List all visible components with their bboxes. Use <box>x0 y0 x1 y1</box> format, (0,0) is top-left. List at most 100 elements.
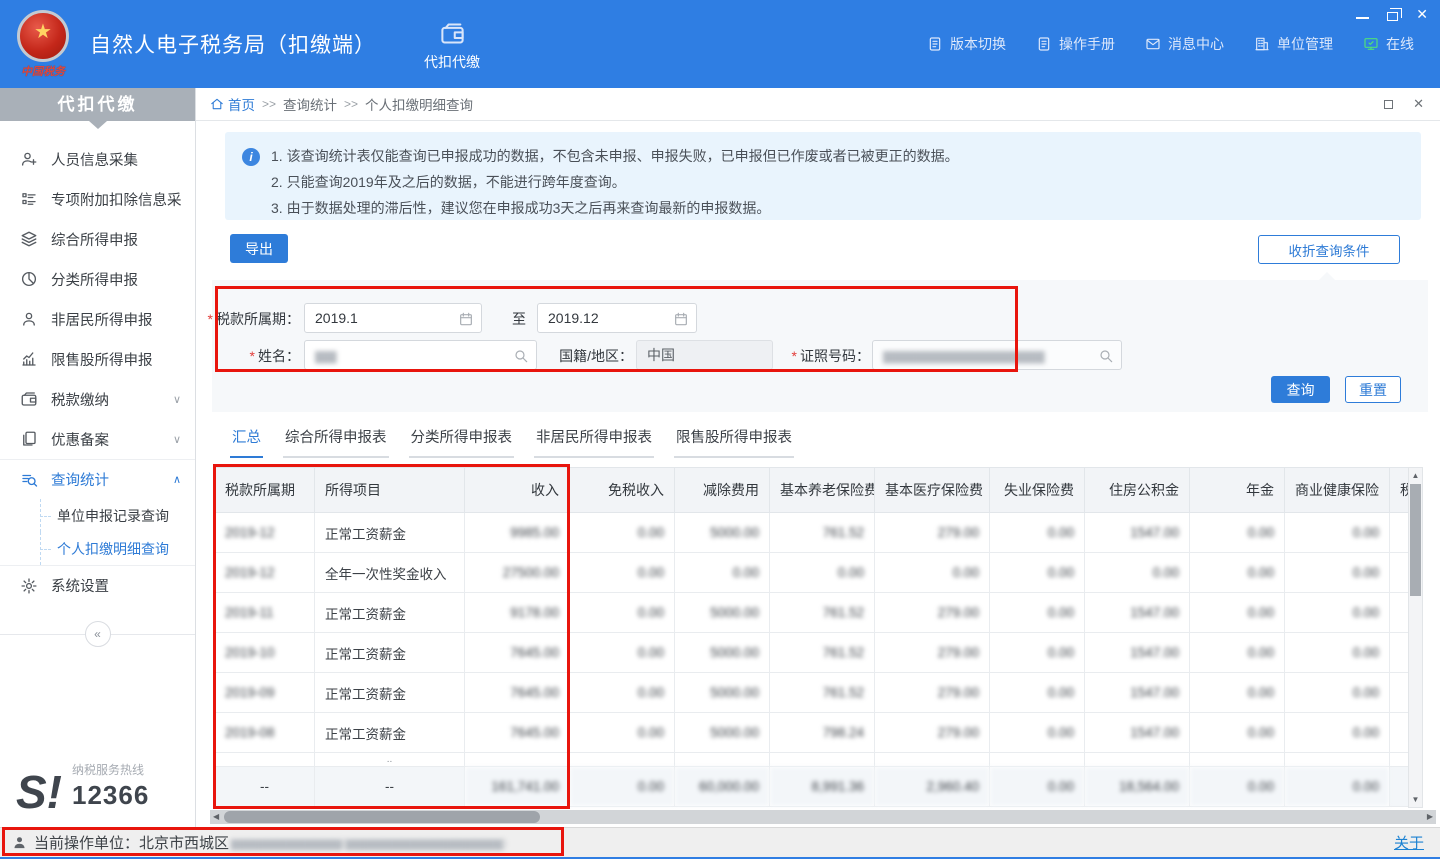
id-number-label: *证照号码： <box>778 346 870 366</box>
table-cell: 0.00 <box>1285 673 1390 713</box>
sidebar-item[interactable]: 个人扣缴明细查询 <box>0 532 195 565</box>
table-cell: 0.00 <box>1190 713 1285 753</box>
tab-withholding[interactable]: 代扣代缴 <box>424 16 480 72</box>
about-link[interactable]: 关于 <box>1394 832 1424 853</box>
name-input[interactable]: ▆▆ <box>304 340 537 370</box>
table-cell: 7645.00 <box>465 673 570 713</box>
column-header: 税 <box>1390 468 1409 513</box>
pane-close-icon[interactable]: ✕ <box>1413 96 1424 112</box>
table-cell: 2019-10 <box>215 633 315 673</box>
calendar-icon[interactable] <box>458 311 474 327</box>
table-cell: 60,000.00 <box>675 767 770 807</box>
sidebar-item[interactable]: 税款缴纳 ∨ <box>0 379 195 419</box>
person-add-icon <box>20 150 38 168</box>
header-nav-item[interactable]: 操作手册 <box>1036 34 1115 54</box>
table-cell: -- <box>215 767 315 807</box>
restore-icon[interactable] <box>1387 12 1398 21</box>
calendar-icon[interactable] <box>673 311 689 327</box>
table-cell <box>1390 593 1409 633</box>
table-cell: 0.00 <box>1085 553 1190 593</box>
scroll-up-icon[interactable]: ▲ <box>1409 471 1422 480</box>
sidebar-item[interactable]: 限售股所得申报 <box>0 339 195 379</box>
table-cell: 正常工资薪金 <box>315 713 465 753</box>
scroll-left-icon[interactable]: ◀ <box>213 812 219 821</box>
query-button[interactable]: 查询 <box>1271 376 1330 403</box>
table-cell: 0.00 <box>1190 767 1285 807</box>
sidebar-item[interactable]: 查询统计 ∧ <box>0 459 195 499</box>
sidebar-item-label: 综合所得申报 <box>51 229 138 250</box>
sidebar-item[interactable]: 单位申报记录查询 <box>0 499 195 532</box>
sidebar-collapse-button[interactable]: « <box>85 621 111 647</box>
table-cell <box>875 753 990 767</box>
table-cell: 279.00 <box>875 713 990 753</box>
table-cell: 2,960.40 <box>875 767 990 807</box>
report-tab[interactable]: 非居民所得申报表 <box>534 426 654 458</box>
breadcrumb-home[interactable]: 首页 <box>228 94 255 114</box>
sidebar-item[interactable]: 系统设置 <box>0 565 195 605</box>
table-cell: 正常工资薪金 <box>315 633 465 673</box>
monitor-check-icon <box>1363 36 1379 52</box>
sidebar-item[interactable]: 优惠备案 ∨ <box>0 419 195 459</box>
sidebar-item[interactable]: 专项附加扣除信息采集 <box>0 179 195 219</box>
table-cell: 0.00 <box>570 767 675 807</box>
table-row: 2019-12正常工资薪金9985.000.005000.00761.52279… <box>215 513 1409 553</box>
report-tab[interactable]: 综合所得申报表 <box>283 426 389 458</box>
header-nav-item[interactable]: 版本切换 <box>927 34 1006 54</box>
minimize-icon[interactable] <box>1356 17 1369 19</box>
scroll-right-icon[interactable]: ▶ <box>1427 812 1433 821</box>
current-unit-text: 当前操作单位：北京市西城区 <box>34 832 229 853</box>
sidebar-item[interactable]: 非居民所得申报 <box>0 299 195 339</box>
list-icon <box>20 190 38 208</box>
sidebar-item-label: 非居民所得申报 <box>51 309 153 330</box>
export-button[interactable]: 导出 <box>230 234 288 263</box>
vertical-scrollbar[interactable]: ▲ ▼ <box>1408 467 1423 808</box>
scroll-down-icon[interactable]: ▼ <box>1409 795 1422 804</box>
country-input[interactable]: 中国 <box>636 340 773 370</box>
sidebar-item[interactable]: 分类所得申报 <box>0 259 195 299</box>
masked-name-value: ▆▆ <box>315 347 337 364</box>
horizontal-scrollbar[interactable]: ◀ ▶ <box>210 810 1436 824</box>
hotline-logo: S! <box>16 774 62 811</box>
sidebar-item-label: 系统设置 <box>51 575 109 596</box>
table-cell: 1547.00 <box>1085 673 1190 713</box>
search-icon[interactable] <box>513 348 529 364</box>
report-tab[interactable]: 限售股所得申报表 <box>674 426 794 458</box>
table-cell: 18,564.00 <box>1085 767 1190 807</box>
table-row: 2019-09正常工资薪金7645.000.005000.00761.52279… <box>215 673 1409 713</box>
column-header: 减除费用 <box>675 468 770 513</box>
column-header: 基本养老保险费 <box>770 468 875 513</box>
sidebar-item-label: 税款缴纳 <box>51 389 109 410</box>
table-cell: 2019-11 <box>215 593 315 633</box>
sidebar-item[interactable]: 综合所得申报 <box>0 219 195 259</box>
masked-unit-name: ▆▆▆▆▆▆▆▆▆▆▆▆(▆▆▆▆▆▆▆▆▆▆▆▆▆▆▆▆▆) <box>231 836 507 850</box>
table-cell: 0.00 <box>990 593 1085 633</box>
report-tab[interactable]: 汇总 <box>230 426 263 458</box>
window-controls: ✕ <box>1356 7 1428 21</box>
header-nav-item[interactable]: 消息中心 <box>1145 34 1224 54</box>
sidebar-item-label: 人员信息采集 <box>51 149 138 170</box>
period-from-input[interactable]: 2019.1 <box>304 303 482 333</box>
period-to-input[interactable]: 2019.12 <box>537 303 697 333</box>
building-icon <box>1254 36 1270 52</box>
table-cell: 2019-12 <box>215 553 315 593</box>
table-cell: 761.52 <box>770 673 875 713</box>
horizontal-scrollbar-thumb[interactable] <box>224 811 540 823</box>
id-number-input[interactable]: ▆▆▆▆▆▆▆▆▆▆▆▆▆▆▆ <box>872 340 1122 370</box>
report-tabs: 汇总综合所得申报表分类所得申报表非居民所得申报表限售股所得申报表 <box>230 426 814 458</box>
report-tab[interactable]: 分类所得申报表 <box>409 426 515 458</box>
table-cell: 8,991.36 <box>770 767 875 807</box>
breadcrumb-section: 查询统计 <box>283 94 337 114</box>
reset-button[interactable]: 重置 <box>1345 376 1401 403</box>
vertical-scrollbar-thumb[interactable] <box>1410 484 1421 596</box>
close-icon[interactable]: ✕ <box>1416 7 1428 21</box>
search-icon[interactable] <box>1098 348 1114 364</box>
collapse-filters-button[interactable]: 收折查询条件 <box>1258 235 1400 264</box>
sidebar-item[interactable]: 人员信息采集 <box>0 139 195 179</box>
header-nav-item[interactable]: 单位管理 <box>1254 34 1333 54</box>
pane-maximize-icon[interactable] <box>1384 100 1393 109</box>
sidebar-title: 代扣代缴 <box>0 88 195 121</box>
header-nav-item[interactable]: 在线 <box>1363 34 1414 54</box>
table-cell: 27500.00 <box>465 553 570 593</box>
column-header: 商业健康保险 <box>1285 468 1390 513</box>
home-icon[interactable] <box>210 97 224 111</box>
